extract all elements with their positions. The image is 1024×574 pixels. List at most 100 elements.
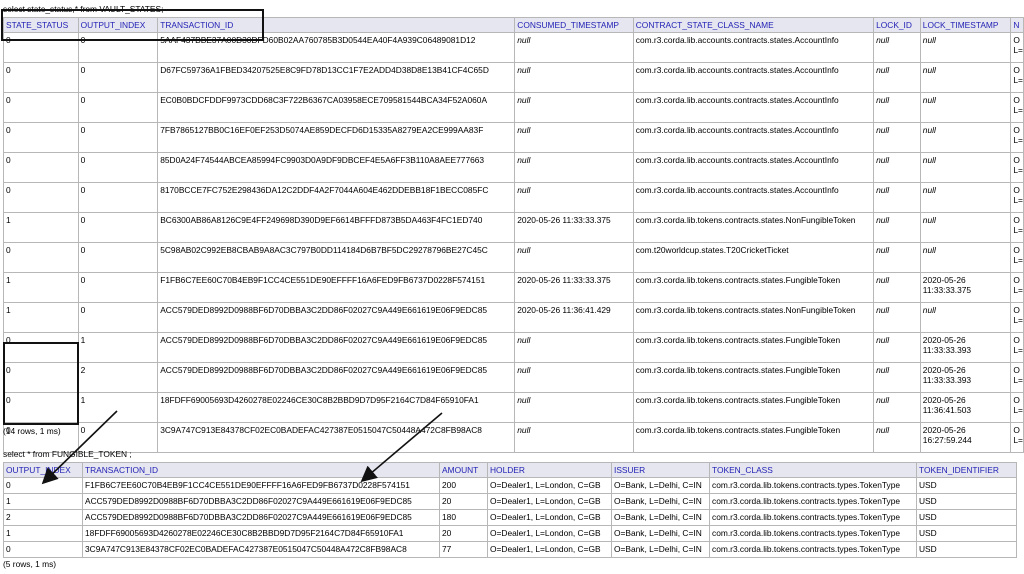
cell-output-index[interactable]: 1	[77, 332, 159, 363]
cell-output-index[interactable]: 0	[77, 92, 159, 123]
cell-contract-state-class-name[interactable]: com.r3.corda.lib.accounts.contracts.stat…	[632, 62, 875, 93]
cell-contract-state-class-name[interactable]: com.r3.corda.lib.tokens.contracts.states…	[632, 302, 875, 333]
cell-token-identifier[interactable]: USD	[916, 525, 1017, 542]
column-header-n[interactable]: N	[1010, 17, 1024, 33]
cell-lock-timestamp[interactable]: 2020-05-26 16:27:59.244	[919, 422, 1012, 453]
cell-lock-id[interactable]: null	[873, 422, 921, 453]
table-row[interactable]: 0 0 5AAF437BBE37A00D30DFD60B02AA760785B3D0…	[3, 32, 1024, 63]
cell-amount[interactable]: 20	[439, 525, 488, 542]
cell-token-class[interactable]: com.r3.corda.lib.tokens.contracts.types.…	[709, 493, 917, 510]
cell-state-status[interactable]: 0	[3, 362, 79, 393]
cell-state-status[interactable]: 0	[3, 152, 79, 183]
cell-output-index[interactable]: 0	[77, 422, 159, 453]
cell-contract-state-class-name[interactable]: com.r3.corda.lib.tokens.contracts.states…	[632, 332, 875, 363]
cell-transaction-id[interactable]: ACC579DED8992D0988BF6D70DBBA3C2DD86F0202…	[82, 493, 440, 510]
cell-output-index[interactable]: 1	[77, 392, 159, 423]
column-header-issuer[interactable]: ISSUER	[611, 462, 710, 478]
cell-state-status[interactable]: 0	[3, 332, 79, 363]
table-row[interactable]: 0 3C9A747C913E84378CF02EC0BADEFAC427387E0…	[3, 541, 1017, 558]
table-row[interactable]: 0 1 ACC579DED8992D0988BF6D70DBBA3C2DD86F02…	[3, 332, 1024, 363]
cell-holder[interactable]: O=Dealer1, L=London, C=GB	[487, 493, 612, 510]
cell-consumed-timestamp[interactable]: null	[514, 152, 634, 183]
cell-state-status[interactable]: 0	[3, 62, 79, 93]
cell-output-index[interactable]: 1	[3, 493, 83, 510]
cell-token-identifier[interactable]: USD	[916, 477, 1017, 494]
cell-lock-id[interactable]: null	[873, 302, 921, 333]
cell-transaction-id[interactable]: 85D0A24F74544ABCEA85994FC9903D0A9DF9DBCE…	[157, 152, 516, 183]
cell-contract-state-class-name[interactable]: com.r3.corda.lib.accounts.contracts.stat…	[632, 32, 875, 63]
cell-consumed-timestamp[interactable]: 2020-05-26 11:33:33.375	[514, 272, 634, 303]
table-row[interactable]: 0 0 85D0A24F74544ABCEA85994FC9903D0A9DF9DB…	[3, 152, 1024, 183]
cell-lock-timestamp[interactable]: null	[919, 122, 1012, 153]
cell-transaction-id[interactable]: F1FB6C7EE60C70B4EB9F1CC4CE551DE90EFFFF16…	[157, 272, 516, 303]
cell-n[interactable]: O L=	[1010, 92, 1024, 123]
table-row[interactable]: 0 0 5C98AB02C992EB8CBAB9A8AC3C797B0DD11418…	[3, 242, 1024, 273]
column-header-token-class[interactable]: TOKEN_CLASS	[709, 462, 917, 478]
table-row[interactable]: 0 0 8170BCCE7FC752E298436DA12C2DDF4A2F7044…	[3, 182, 1024, 213]
cell-amount[interactable]: 20	[439, 493, 488, 510]
cell-contract-state-class-name[interactable]: com.r3.corda.lib.tokens.contracts.states…	[632, 212, 875, 243]
cell-transaction-id[interactable]: BC6300AB86A8126C9E4FF249698D390D9EF6614B…	[157, 212, 516, 243]
table-row[interactable]: 0 0 EC0B0BDCFDDF9973CDD68C3F722B6367CA0395…	[3, 92, 1024, 123]
cell-token-class[interactable]: com.r3.corda.lib.tokens.contracts.types.…	[709, 525, 917, 542]
cell-n[interactable]: O L=	[1010, 302, 1024, 333]
cell-holder[interactable]: O=Dealer1, L=London, C=GB	[487, 541, 612, 558]
cell-consumed-timestamp[interactable]: 2020-05-26 11:33:33.375	[514, 212, 634, 243]
cell-transaction-id[interactable]: 3C9A747C913E84378CF02EC0BADEFAC427387E05…	[82, 541, 440, 558]
cell-transaction-id[interactable]: 8170BCCE7FC752E298436DA12C2DDF4A2F7044A6…	[157, 182, 516, 213]
cell-token-identifier[interactable]: USD	[916, 509, 1017, 526]
cell-state-status[interactable]: 0	[3, 92, 79, 123]
cell-issuer[interactable]: O=Bank, L=Delhi, C=IN	[611, 493, 710, 510]
cell-lock-id[interactable]: null	[873, 362, 921, 393]
cell-lock-timestamp[interactable]: null	[919, 212, 1012, 243]
cell-state-status[interactable]: 1	[3, 302, 79, 333]
cell-lock-id[interactable]: null	[873, 62, 921, 93]
table-row[interactable]: 1 0 ACC579DED8992D0988BF6D70DBBA3C2DD86F02…	[3, 302, 1024, 333]
cell-lock-timestamp[interactable]: null	[919, 242, 1012, 273]
column-header-lock-id[interactable]: LOCK_ID	[873, 17, 921, 33]
cell-consumed-timestamp[interactable]: null	[514, 332, 634, 363]
table-row[interactable]: 0 0 3C9A747C913E84378CF02EC0BADEFAC427387E…	[3, 422, 1024, 453]
cell-issuer[interactable]: O=Bank, L=Delhi, C=IN	[611, 525, 710, 542]
cell-output-index[interactable]: 0	[77, 122, 159, 153]
cell-transaction-id[interactable]: 7FB7865127BB0C16EF0EF253D5074AE859DECFD6…	[157, 122, 516, 153]
cell-contract-state-class-name[interactable]: com.r3.corda.lib.tokens.contracts.states…	[632, 422, 875, 453]
cell-output-index[interactable]: 0	[77, 242, 159, 273]
cell-consumed-timestamp[interactable]: null	[514, 362, 634, 393]
cell-contract-state-class-name[interactable]: com.r3.corda.lib.accounts.contracts.stat…	[632, 152, 875, 183]
cell-issuer[interactable]: O=Bank, L=Delhi, C=IN	[611, 477, 710, 494]
cell-output-index[interactable]: 0	[77, 32, 159, 63]
cell-contract-state-class-name[interactable]: com.r3.corda.lib.tokens.contracts.states…	[632, 362, 875, 393]
cell-state-status[interactable]: 0	[3, 122, 79, 153]
cell-lock-id[interactable]: null	[873, 182, 921, 213]
cell-n[interactable]: O L=	[1010, 62, 1024, 93]
cell-consumed-timestamp[interactable]: null	[514, 122, 634, 153]
cell-output-index[interactable]: 0	[77, 62, 159, 93]
cell-consumed-timestamp[interactable]: null	[514, 392, 634, 423]
cell-holder[interactable]: O=Dealer1, L=London, C=GB	[487, 525, 612, 542]
cell-contract-state-class-name[interactable]: com.t20worldcup.states.T20CricketTicket	[632, 242, 875, 273]
column-header-holder[interactable]: HOLDER	[487, 462, 612, 478]
table-row[interactable]: 0 1 18FDFF69005693D4260278E02246CE30C8B2BB…	[3, 392, 1024, 423]
cell-state-status[interactable]: 1	[3, 212, 79, 243]
cell-n[interactable]: O L=	[1010, 182, 1024, 213]
cell-n[interactable]: O L=	[1010, 362, 1024, 393]
cell-lock-id[interactable]: null	[873, 392, 921, 423]
cell-n[interactable]: O L=	[1010, 242, 1024, 273]
table-row[interactable]: 0 0 7FB7865127BB0C16EF0EF253D5074AE859DECF…	[3, 122, 1024, 153]
cell-holder[interactable]: O=Dealer1, L=London, C=GB	[487, 509, 612, 526]
column-header-output-index[interactable]: OUTPUT_INDEX	[77, 17, 159, 33]
cell-transaction-id[interactable]: 3C9A747C913E84378CF02EC0BADEFAC427387E05…	[157, 422, 516, 453]
cell-lock-id[interactable]: null	[873, 212, 921, 243]
cell-amount[interactable]: 77	[439, 541, 488, 558]
cell-transaction-id[interactable]: ACC579DED8992D0988BF6D70DBBA3C2DD86F0202…	[157, 362, 516, 393]
cell-lock-timestamp[interactable]: null	[919, 62, 1012, 93]
column-header-state-status[interactable]: STATE_STATUS	[3, 17, 79, 33]
column-header-consumed-timestamp[interactable]: CONSUMED_TIMESTAMP	[514, 17, 634, 33]
cell-transaction-id[interactable]: 5C98AB02C992EB8CBAB9A8AC3C797B0DD114184D…	[157, 242, 516, 273]
cell-amount[interactable]: 200	[439, 477, 488, 494]
cell-lock-id[interactable]: null	[873, 92, 921, 123]
cell-lock-timestamp[interactable]: 2020-05-26 11:33:33.393	[919, 332, 1012, 363]
cell-state-status[interactable]: 0	[3, 182, 79, 213]
cell-contract-state-class-name[interactable]: com.r3.corda.lib.accounts.contracts.stat…	[632, 92, 875, 123]
